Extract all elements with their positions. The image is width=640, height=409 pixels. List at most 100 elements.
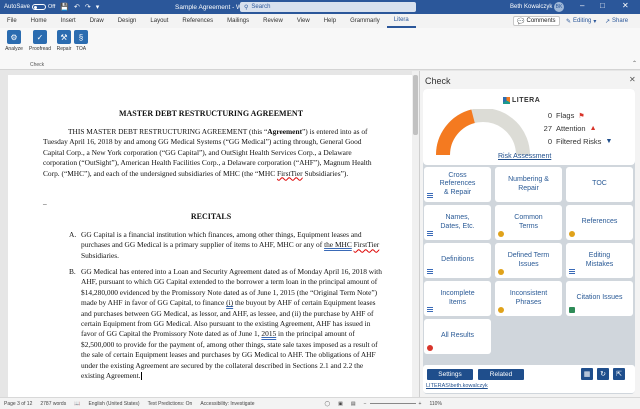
autosave-toggle[interactable] [32,4,47,10]
close-icon[interactable]: ✕ [629,75,636,84]
accessibility-status[interactable]: Accessibility: Investigate [200,401,254,407]
tab-help[interactable]: Help [317,14,343,28]
close-icon[interactable]: ✕ [622,1,629,10]
comments-button[interactable]: 💬 Comments [513,16,560,26]
tile-names-dates[interactable]: Names, Dates, Etc. [424,205,491,240]
tile-incomplete-items[interactable]: Incomplete Items [424,281,491,316]
document-page[interactable]: MASTER DEBT RESTRUCTURING AGREEMENT THIS… [8,75,414,397]
collapse-ribbon-icon[interactable]: ⌃ [632,60,637,67]
filtered-count: 0 [547,137,552,146]
share-button[interactable]: ↗ Share [602,16,631,26]
save-icon[interactable]: 💾 [60,3,69,11]
vertical-scrollbar[interactable] [412,71,419,397]
gauge-fill [436,109,476,156]
tile-common-terms[interactable]: Common Terms [495,205,562,240]
list-icon [427,307,433,313]
flags-stat: 0 Flags ⚑ [542,111,585,120]
tile-inconsistent-phrases[interactable]: Inconsistent Phrases [495,281,562,316]
zoom-level[interactable]: 110% [429,401,441,407]
tile-editing-mistakes[interactable]: Editing Mistakes [566,243,633,278]
recital-a-text: GG Capital is a financial institution wh… [81,230,362,250]
settings-button[interactable]: Settings [427,369,473,380]
user-name[interactable]: Beth Kowalczyk [510,4,552,10]
filtered-label: Filtered Risks [556,137,602,146]
redo-icon[interactable]: ↷ [85,3,91,11]
tab-litera[interactable]: Litera [386,14,416,28]
proofread-button[interactable]: ✓ Proofread [28,30,52,52]
error-icon [427,345,433,351]
tile-all-results[interactable]: All Results [424,319,491,354]
tile-label: Inconsistent Phrases [509,290,548,306]
zoom-slider[interactable] [369,403,416,404]
spelling-flag[interactable]: FirstTier [277,169,303,178]
spelling-flag[interactable]: FirstTier [354,240,380,249]
tab-home[interactable]: Home [24,14,54,28]
search-input[interactable]: ⚲ Search [240,2,416,12]
filtered-stat: 0 Filtered Risks ▼ [542,137,613,146]
grid-icon[interactable]: ▦ [581,368,593,380]
tab-file[interactable]: File [0,14,24,28]
tab-review[interactable]: Review [256,14,290,28]
avatar[interactable]: BK [554,2,564,12]
attention-label: Attention [556,124,586,133]
litera-logo: LITERA [503,97,540,104]
text-predictions[interactable]: Text Predictions: On [148,401,193,407]
tab-design[interactable]: Design [111,14,144,28]
customize-toolbar-icon[interactable]: ▾ [96,3,100,11]
language[interactable]: English (United States) [88,401,139,407]
recital-letter: A. [69,230,77,239]
toa-button[interactable]: § TOA [70,30,92,52]
undo-icon[interactable]: ↶ [74,3,80,11]
risk-summary: LITERA 0 Flags ⚑ 27 Attention ▲ 0 Filter… [423,89,635,165]
tab-grammarly[interactable]: Grammarly [343,14,387,28]
tile-label: Cross References & Repair [439,171,476,196]
analyze-button[interactable]: ⚙ Analyze [3,30,25,52]
maximize-icon[interactable]: □ [600,1,605,10]
read-mode-icon[interactable]: ▣ [338,401,343,407]
intro-text: THIS MASTER DEBT RESTRUCTURING AGREEMENT… [68,127,268,136]
editing-button[interactable]: ✎ Editing ▾ [563,16,599,26]
proofing-icon[interactable]: 📖 [74,401,80,407]
user-link[interactable]: LITERAS\beth.kowalczyk [426,383,488,389]
grammar-flag[interactable]: the MHC [324,240,352,249]
tab-draw[interactable]: Draw [83,14,111,28]
tab-references[interactable]: References [175,14,220,28]
search-placeholder: Search [251,4,271,10]
proofread-label: Proofread [29,46,51,52]
warning-icon: ▲ [589,125,597,132]
tile-references[interactable]: References [566,205,633,240]
tab-layout[interactable]: Layout [143,14,175,28]
attention-stat: 27 Attention ▲ [542,124,597,133]
scrollbar-thumb[interactable] [413,75,418,135]
tab-insert[interactable]: Insert [54,14,83,28]
tile-label: Numbering & Repair [508,176,549,192]
panel-footer: Settings Related ▦ ↻ ⇱ LITERAS\beth.kowa… [423,365,635,393]
tile-defined-term-issues[interactable]: Defined Term Issues [495,243,562,278]
recital-a: A. GG Capital is a financial institution … [69,230,386,261]
refresh-icon[interactable]: ↻ [597,368,609,380]
title-bar: AutoSave Off 💾 ↶ ↷ ▾ Sample Agreement - … [0,0,640,14]
recitals-heading: RECITALS [190,212,232,221]
word-count[interactable]: 2787 words [40,401,66,407]
page-count[interactable]: Page 3 of 12 [4,401,32,407]
autosave-label: AutoSave [4,4,31,10]
tile-toc[interactable]: TOC [566,167,633,202]
tab-mailings[interactable]: Mailings [220,14,256,28]
tile-numbering[interactable]: Numbering & Repair [495,167,562,202]
tile-label: All Results [440,332,475,340]
tile-definitions[interactable]: Definitions [424,243,491,278]
focus-icon[interactable]: ◯ [325,401,331,407]
print-layout-icon[interactable]: ▤ [351,401,356,407]
zoom-in-icon[interactable]: + [419,401,422,407]
tile-cross-references[interactable]: Cross References & Repair [424,167,491,202]
zoom-out-icon[interactable]: − [364,401,367,407]
autosave-state: Off [48,4,56,10]
related-button[interactable]: Related [478,369,524,380]
tile-label: TOC [592,180,607,188]
tab-view[interactable]: View [290,14,317,28]
grammar-flag[interactable]: 2015 [261,329,276,338]
popout-icon[interactable]: ⇱ [613,368,625,380]
tile-citation-issues[interactable]: Citation Issues [566,281,633,316]
risk-assessment-link[interactable]: Risk Assessment [498,153,551,160]
minimize-icon[interactable]: – [580,1,584,10]
